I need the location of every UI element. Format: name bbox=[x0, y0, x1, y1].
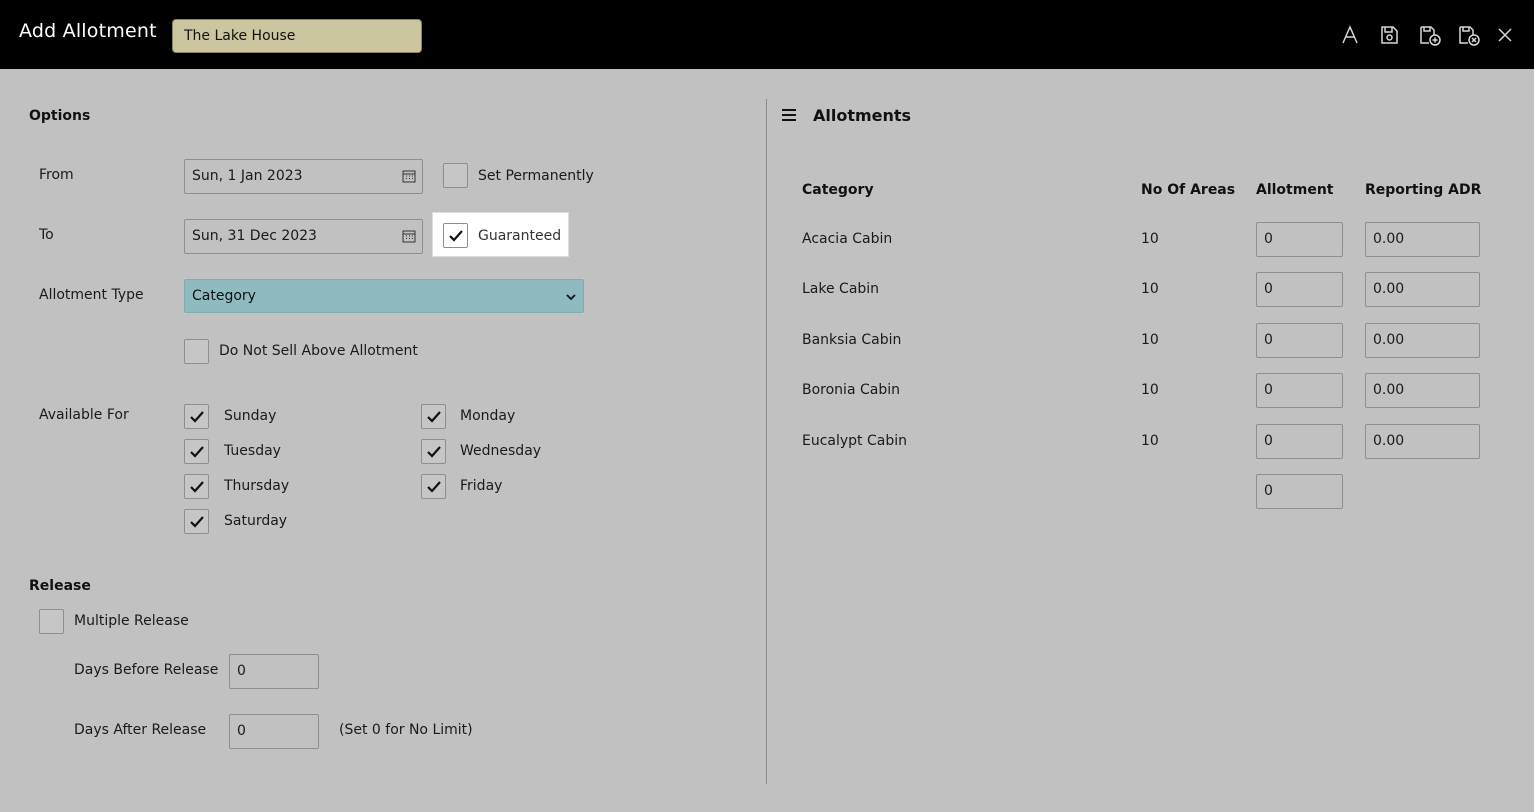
panel-divider bbox=[766, 99, 767, 784]
row-areas: 10 bbox=[1141, 231, 1159, 247]
to-date-value: Sun, 31 Dec 2023 bbox=[192, 228, 317, 244]
thursday-checkbox[interactable] bbox=[184, 474, 209, 499]
set-permanently-label: Set Permanently bbox=[478, 168, 594, 184]
col-no-of-areas: No Of Areas bbox=[1141, 182, 1236, 198]
chevron-down-icon bbox=[566, 294, 576, 301]
allotments-heading: Allotments bbox=[813, 106, 912, 125]
col-category: Category bbox=[802, 182, 874, 198]
to-date-field[interactable]: Sun, 31 Dec 2023 bbox=[184, 219, 423, 254]
checkmark-icon bbox=[189, 480, 204, 493]
hamburger-menu-icon[interactable] bbox=[780, 106, 798, 124]
days-after-release-label: Days After Release bbox=[74, 722, 207, 738]
saturday-checkbox[interactable] bbox=[184, 509, 209, 534]
row-areas: 10 bbox=[1141, 433, 1159, 449]
page-title: Add Allotment bbox=[19, 20, 157, 42]
save-new-icon[interactable] bbox=[1419, 24, 1441, 46]
tuesday-checkbox[interactable] bbox=[184, 439, 209, 464]
checkmark-icon bbox=[189, 410, 204, 423]
calendar-icon[interactable] bbox=[402, 229, 416, 243]
row-areas: 10 bbox=[1141, 281, 1159, 297]
options-heading: Options bbox=[29, 108, 91, 124]
row-allotment-input[interactable]: 0 bbox=[1256, 222, 1343, 257]
row-category: Acacia Cabin bbox=[802, 231, 893, 247]
from-date-value: Sun, 1 Jan 2023 bbox=[192, 168, 303, 184]
from-date-field[interactable]: Sun, 1 Jan 2023 bbox=[184, 159, 423, 194]
checkmark-icon bbox=[426, 480, 441, 493]
days-before-release-input[interactable]: 0 bbox=[229, 654, 319, 689]
guaranteed-checkbox[interactable] bbox=[443, 223, 468, 248]
allotment-type-label: Allotment Type bbox=[39, 287, 144, 303]
row-adr-input[interactable]: 0.00 bbox=[1365, 323, 1480, 358]
row-adr-input[interactable]: 0.00 bbox=[1365, 222, 1480, 257]
top-bar: Add Allotment The Lake House bbox=[0, 0, 1534, 69]
days-after-release-input[interactable]: 0 bbox=[229, 714, 319, 749]
allotment-type-select[interactable]: Category bbox=[184, 279, 584, 313]
friday-checkbox[interactable] bbox=[421, 474, 446, 499]
sunday-label: Sunday bbox=[224, 408, 277, 424]
calendar-icon[interactable] bbox=[402, 169, 416, 183]
wednesday-label: Wednesday bbox=[460, 443, 542, 459]
tuesday-label: Tuesday bbox=[224, 443, 281, 459]
to-label: To bbox=[39, 227, 54, 243]
friday-label: Friday bbox=[460, 478, 503, 494]
row-areas: 10 bbox=[1141, 382, 1159, 398]
row-allotment-input[interactable]: 0 bbox=[1256, 272, 1343, 307]
do-not-sell-label: Do Not Sell Above Allotment bbox=[219, 343, 418, 359]
save-icon[interactable] bbox=[1378, 24, 1400, 46]
sunday-checkbox[interactable] bbox=[184, 404, 209, 429]
allotment-type-value: Category bbox=[192, 288, 256, 304]
monday-label: Monday bbox=[460, 408, 516, 424]
row-adr-input[interactable]: 0.00 bbox=[1365, 373, 1480, 408]
checkmark-icon bbox=[426, 445, 441, 458]
from-label: From bbox=[39, 167, 74, 183]
total-allotment-input[interactable]: 0 bbox=[1256, 474, 1343, 509]
row-category: Banksia Cabin bbox=[802, 332, 902, 348]
release-heading: Release bbox=[29, 578, 91, 594]
row-allotment-input[interactable]: 0 bbox=[1256, 373, 1343, 408]
multiple-release-label: Multiple Release bbox=[74, 613, 189, 629]
row-category: Lake Cabin bbox=[802, 281, 880, 297]
save-close-icon[interactable] bbox=[1458, 24, 1480, 46]
row-areas: 10 bbox=[1141, 332, 1159, 348]
saturday-label: Saturday bbox=[224, 513, 288, 529]
no-limit-note: (Set 0 for No Limit) bbox=[339, 722, 473, 738]
set-permanently-checkbox[interactable] bbox=[443, 163, 468, 188]
available-for-label: Available For bbox=[39, 407, 129, 423]
guaranteed-label: Guaranteed bbox=[478, 228, 562, 244]
checkmark-icon bbox=[426, 410, 441, 423]
row-allotment-input[interactable]: 0 bbox=[1256, 424, 1343, 459]
do-not-sell-checkbox[interactable] bbox=[184, 339, 209, 364]
multiple-release-checkbox[interactable] bbox=[39, 609, 64, 634]
row-category: Eucalypt Cabin bbox=[802, 433, 907, 449]
row-allotment-input[interactable]: 0 bbox=[1256, 323, 1343, 358]
days-before-release-label: Days Before Release bbox=[74, 662, 219, 678]
row-adr-input[interactable]: 0.00 bbox=[1365, 272, 1480, 307]
col-allotment: Allotment bbox=[1256, 182, 1334, 198]
row-category: Boronia Cabin bbox=[802, 382, 900, 398]
col-reporting-adr: Reporting ADR bbox=[1365, 182, 1482, 198]
checkmark-icon bbox=[448, 229, 463, 242]
wednesday-checkbox[interactable] bbox=[421, 439, 446, 464]
text-icon[interactable] bbox=[1339, 24, 1361, 46]
thursday-label: Thursday bbox=[224, 478, 290, 494]
checkmark-icon bbox=[189, 445, 204, 458]
property-selector[interactable]: The Lake House bbox=[172, 19, 422, 53]
checkmark-icon bbox=[189, 515, 204, 528]
close-icon[interactable] bbox=[1494, 24, 1516, 46]
monday-checkbox[interactable] bbox=[421, 404, 446, 429]
row-adr-input[interactable]: 0.00 bbox=[1365, 424, 1480, 459]
